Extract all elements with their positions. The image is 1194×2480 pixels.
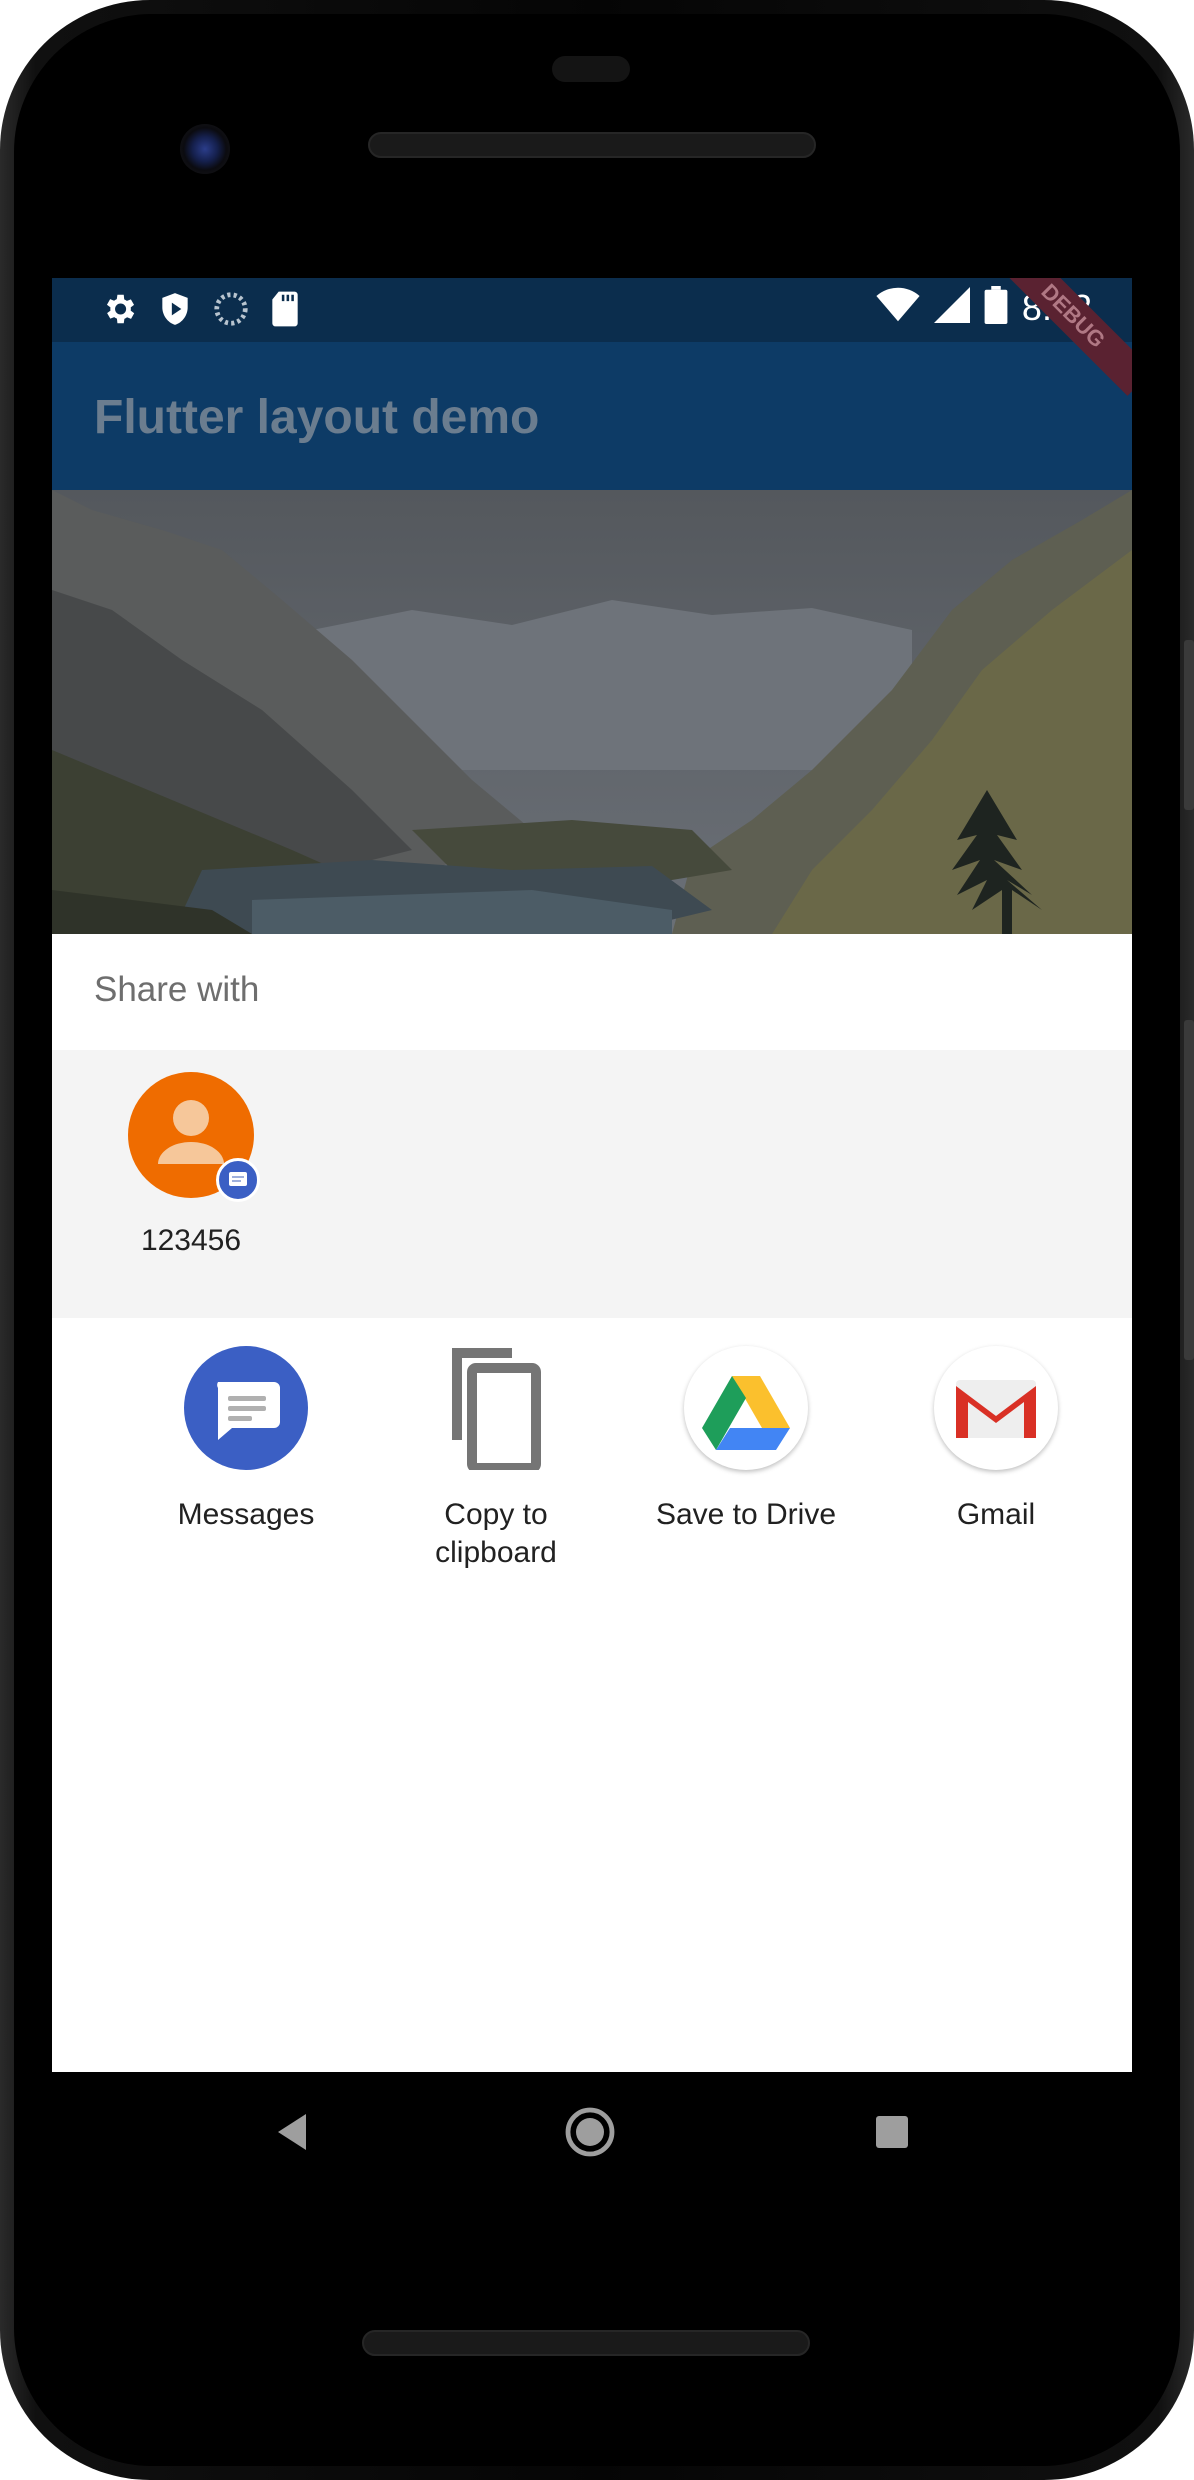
share-apps-row: Messages Copy to clipboard Save to Drive… <box>52 1346 1132 1606</box>
debug-banner: DEBUG <box>993 278 1132 396</box>
direct-share-row: 123456 <box>52 1050 1132 1318</box>
share-target-copy[interactable]: Copy to clipboard <box>376 1346 616 1572</box>
phone-frame: 8:22 Flutter layout demo DEBUG <box>0 0 1194 2480</box>
loading-icon <box>212 290 250 333</box>
messages-icon <box>184 1346 308 1470</box>
contact-avatar-icon <box>128 1072 260 1202</box>
status-bar: 8:22 <box>52 278 1132 342</box>
share-sheet: Share with 123456 Messages Copy to clipb… <box>52 934 1132 2072</box>
messages-badge-icon <box>216 1158 260 1202</box>
share-target-label: Save to Drive <box>655 1498 837 1531</box>
screen: 8:22 Flutter layout demo DEBUG <box>52 278 1132 2072</box>
debug-banner-container: DEBUG <box>972 278 1132 438</box>
navigation-bar <box>52 2072 1132 2202</box>
share-target-gmail[interactable]: Gmail <box>876 1346 1116 1534</box>
gmail-icon <box>934 1346 1058 1470</box>
volume-button <box>1184 1020 1194 1360</box>
google-drive-icon <box>684 1346 808 1470</box>
copy-icon <box>434 1346 558 1473</box>
bottom-speaker <box>362 2330 810 2356</box>
top-speaker <box>368 132 816 158</box>
recents-icon[interactable] <box>874 2114 910 2155</box>
share-target-drive[interactable]: Save to Drive <box>626 1346 866 1534</box>
share-target-label: Gmail <box>956 1498 1036 1531</box>
settings-icon <box>100 290 138 333</box>
front-camera <box>180 124 230 174</box>
direct-share-contact[interactable]: 123456 <box>96 1072 286 1258</box>
wifi-icon <box>876 287 920 328</box>
page-title: Flutter layout demo <box>94 391 540 444</box>
hero-image <box>52 490 1132 934</box>
share-target-label: Messages <box>177 1498 315 1531</box>
power-button <box>1184 640 1194 810</box>
sd-card-icon <box>268 290 302 333</box>
home-icon[interactable] <box>564 2106 616 2163</box>
share-sheet-title: Share with <box>94 970 260 1009</box>
share-target-label: Copy to clipboard <box>435 1498 557 1569</box>
shield-play-icon <box>156 290 194 333</box>
cell-signal-icon <box>933 287 970 328</box>
earpiece-notch <box>552 56 630 82</box>
app-bar: Flutter layout demo <box>52 342 1132 490</box>
contact-label: 123456 <box>140 1224 242 1257</box>
back-icon[interactable] <box>274 2112 310 2157</box>
share-target-messages[interactable]: Messages <box>126 1346 366 1534</box>
